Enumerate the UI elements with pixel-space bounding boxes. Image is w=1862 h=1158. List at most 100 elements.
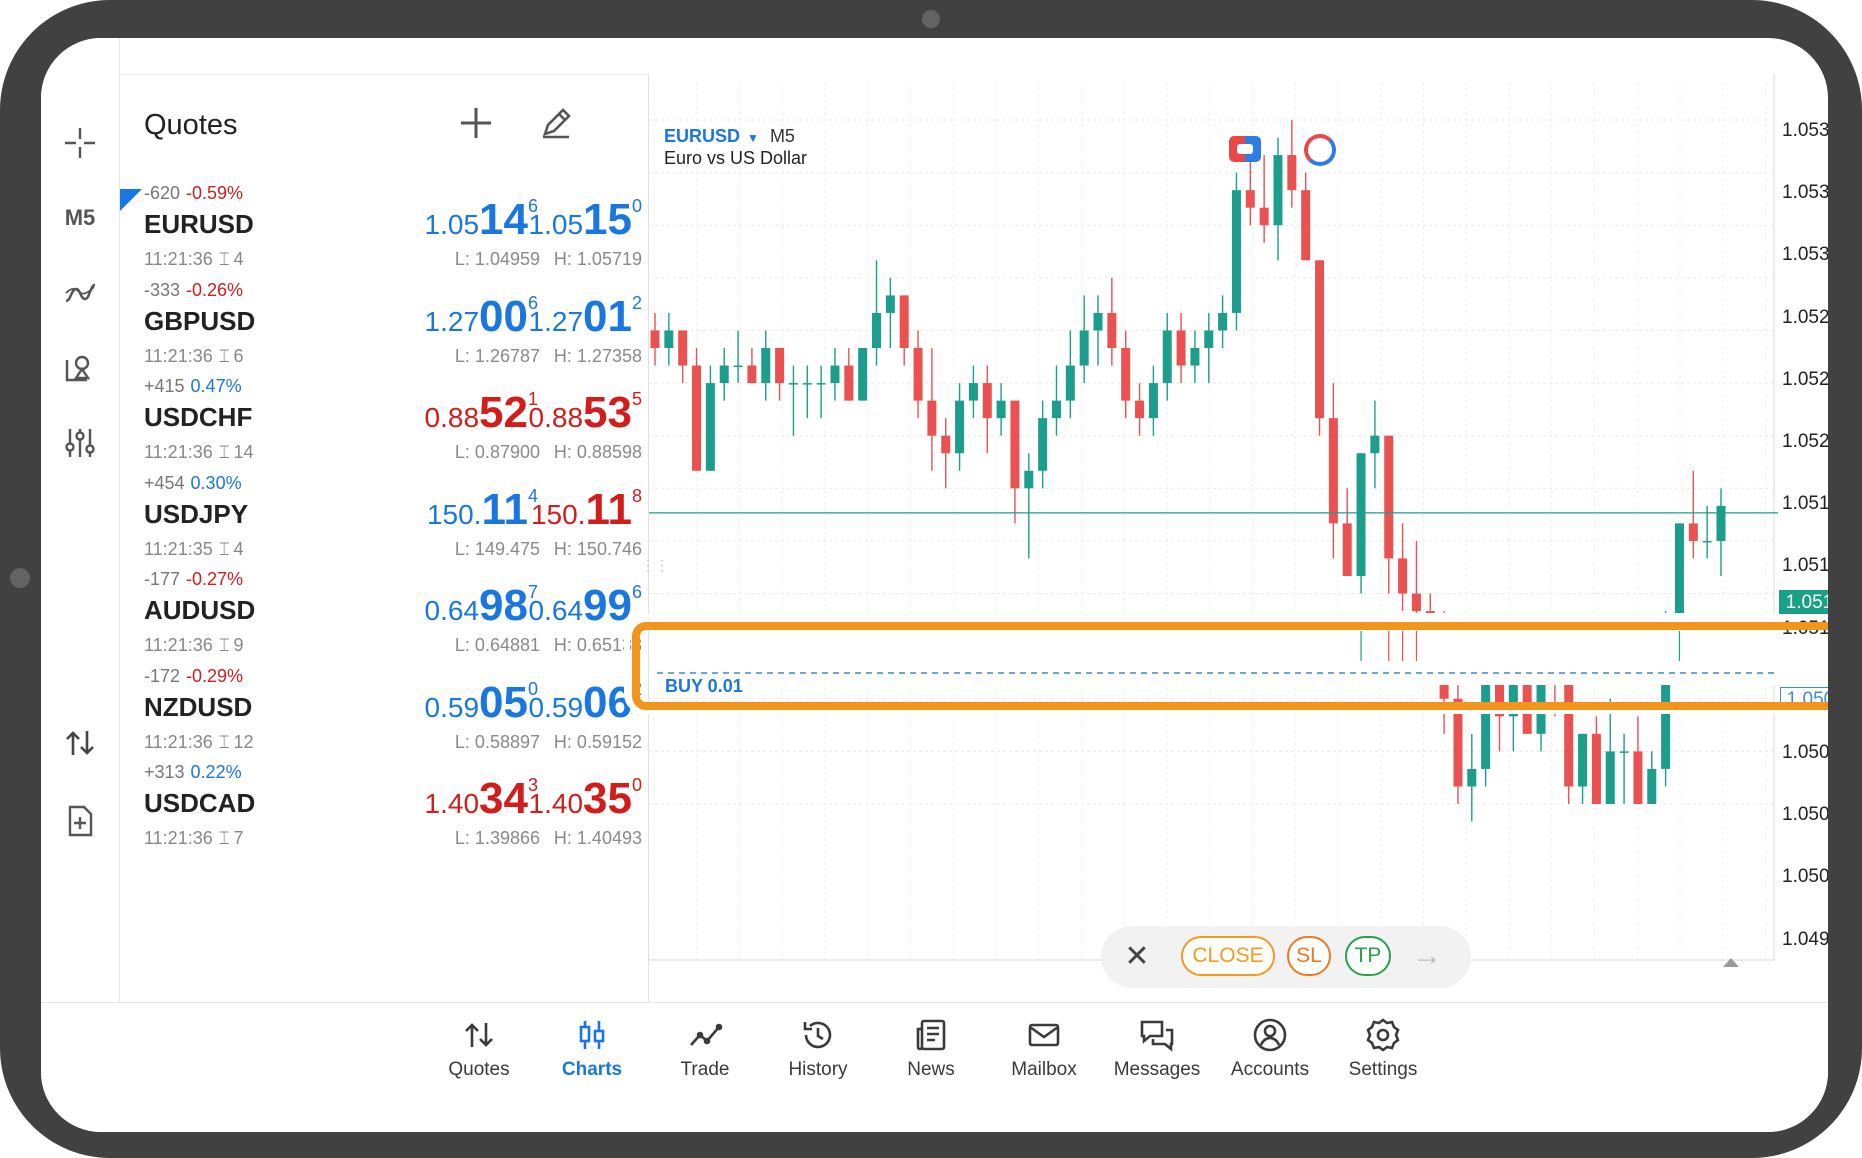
candle-body bbox=[1010, 400, 1020, 489]
nav-accounts[interactable]: Accounts bbox=[1215, 1013, 1325, 1081]
quote-spread: 7 bbox=[233, 828, 244, 848]
change-points: -172 bbox=[144, 665, 181, 686]
bid-pips: 14 bbox=[479, 195, 528, 244]
chart-symbol[interactable]: EURUSD bbox=[664, 126, 740, 146]
quote-low: L: 1.39866 bbox=[454, 828, 540, 848]
nav-messages[interactable]: Messages bbox=[1102, 1013, 1212, 1081]
one-click-trading-icon[interactable] bbox=[1229, 136, 1261, 162]
quote-change: +415 0.47% bbox=[144, 376, 242, 397]
take-profit-button[interactable]: TP bbox=[1345, 936, 1391, 976]
quote-high: H: 1.40493 bbox=[553, 828, 642, 848]
quote-change: -177 -0.27% bbox=[144, 569, 243, 590]
more-actions-button[interactable]: → bbox=[1405, 936, 1449, 976]
chart-area[interactable]: EURUSD ▼ M5 Euro vs US Dollar 1.05370 1.0… bbox=[641, 74, 1828, 1032]
ask-prefix: 1.40 bbox=[528, 788, 584, 819]
ask-prefix: 0.88 bbox=[528, 402, 584, 433]
price-tick-label: 1.05280 bbox=[1782, 306, 1828, 328]
ask-prefix: 1.05 bbox=[528, 209, 584, 240]
quotes-icon bbox=[465, 1023, 493, 1047]
candle-body bbox=[844, 365, 854, 401]
change-points: -177 bbox=[144, 569, 181, 589]
candle-body bbox=[1190, 348, 1200, 366]
mailbox-icon bbox=[1028, 1023, 1060, 1047]
trade-toggle-button[interactable] bbox=[55, 718, 105, 768]
add-symbol-button[interactable] bbox=[450, 97, 502, 149]
bid-pips: 05 bbox=[479, 677, 528, 727]
candlestick-chart[interactable] bbox=[649, 74, 1778, 1002]
chart-settings-button[interactable] bbox=[55, 418, 105, 468]
chart-symbol-header[interactable]: EURUSD ▼ M5 bbox=[664, 126, 795, 147]
history-icon bbox=[803, 1021, 832, 1049]
position-highlight-box bbox=[632, 622, 1828, 710]
bid-price: 0.88521 bbox=[425, 390, 538, 435]
ask-fraction: 8 bbox=[631, 485, 642, 506]
dropdown-arrow-icon: ▼ bbox=[747, 131, 759, 145]
ask-pips: 15 bbox=[583, 195, 632, 244]
crosshair-button[interactable] bbox=[55, 118, 105, 168]
ask-pips: 35 bbox=[583, 774, 632, 823]
scroll-to-end-icon[interactable] bbox=[1723, 958, 1739, 967]
nav-label: Mailbox bbox=[1011, 1059, 1077, 1080]
dismiss-button[interactable]: ✕ bbox=[1117, 936, 1157, 976]
ask-prefix: 150. bbox=[530, 498, 586, 530]
candle-body bbox=[1688, 523, 1698, 541]
candle-body bbox=[1259, 207, 1269, 226]
quotes-title: Quotes bbox=[144, 109, 238, 141]
change-percent: 0.47% bbox=[190, 376, 242, 396]
ask-prefix: 1.27 bbox=[528, 305, 584, 337]
candle-body bbox=[927, 400, 937, 436]
indicators-icon bbox=[65, 283, 96, 303]
close-position-button[interactable]: CLOSE bbox=[1181, 936, 1275, 976]
nav-label: Quotes bbox=[448, 1059, 510, 1080]
change-percent: -0.29% bbox=[186, 665, 244, 686]
candle-body bbox=[1148, 383, 1158, 419]
messages-icon bbox=[1140, 1020, 1174, 1052]
candle-body bbox=[1342, 523, 1352, 576]
change-points: +313 bbox=[144, 762, 185, 782]
price-tick-label: 1.05340 bbox=[1782, 182, 1828, 204]
candle-body bbox=[788, 383, 798, 385]
price-tick-label: 1.05010 bbox=[1782, 866, 1828, 888]
nav-settings[interactable]: Settings bbox=[1328, 1013, 1438, 1081]
objects-button[interactable] bbox=[55, 343, 105, 393]
stop-loss-button[interactable]: SL bbox=[1287, 936, 1331, 976]
quote-symbol: GBPUSD bbox=[144, 305, 256, 336]
quote-row[interactable]: +313 0.22% USDCAD 11:21:36 ⌶ 7 1.40343 1.40350 L… bbox=[120, 748, 648, 862]
bid-price: 1.27006 bbox=[425, 294, 538, 339]
candle-body bbox=[1079, 330, 1089, 366]
ask-price: 0.64996 bbox=[529, 583, 642, 628]
candle-body bbox=[982, 383, 992, 419]
new-order-button[interactable] bbox=[55, 796, 105, 846]
nav-news[interactable]: News bbox=[876, 1013, 986, 1081]
candle-body bbox=[747, 365, 757, 384]
nav-label: Charts bbox=[561, 1059, 623, 1080]
edit-quotes-button[interactable] bbox=[530, 97, 582, 149]
nav-charts[interactable]: Charts bbox=[537, 1013, 647, 1081]
candle-body bbox=[692, 365, 702, 471]
drag-handle[interactable]: ⋮⋮ bbox=[641, 558, 669, 584]
timeframe-button[interactable]: M5 bbox=[55, 193, 105, 243]
candle-body bbox=[1384, 435, 1394, 559]
candle-body bbox=[1093, 312, 1103, 331]
candle-body bbox=[1301, 190, 1311, 261]
signal-status-icon[interactable] bbox=[1304, 134, 1336, 166]
ask-fraction: 2 bbox=[631, 292, 642, 313]
nav-history[interactable]: History bbox=[763, 1013, 873, 1081]
candle-body bbox=[1231, 190, 1241, 313]
candle-body bbox=[1038, 418, 1048, 471]
candle-body bbox=[1453, 698, 1463, 787]
nav-trade[interactable]: Trade bbox=[650, 1013, 760, 1081]
candle-body bbox=[1328, 418, 1338, 524]
new-order-icon bbox=[68, 805, 93, 837]
chart-timeframe: M5 bbox=[769, 126, 795, 146]
quote-change: +313 0.22% bbox=[144, 762, 242, 783]
nav-quotes[interactable]: Quotes bbox=[424, 1013, 534, 1081]
trade-toggle-icon bbox=[66, 731, 94, 755]
indicators-button[interactable] bbox=[55, 268, 105, 318]
nav-mailbox[interactable]: Mailbox bbox=[989, 1013, 1099, 1081]
ask-prefix: 0.59 bbox=[528, 691, 584, 723]
bid-pips: 52 bbox=[479, 388, 528, 437]
candle-body bbox=[955, 400, 965, 454]
bid-price: 0.59050 bbox=[425, 680, 538, 725]
candle-body bbox=[1218, 312, 1228, 331]
